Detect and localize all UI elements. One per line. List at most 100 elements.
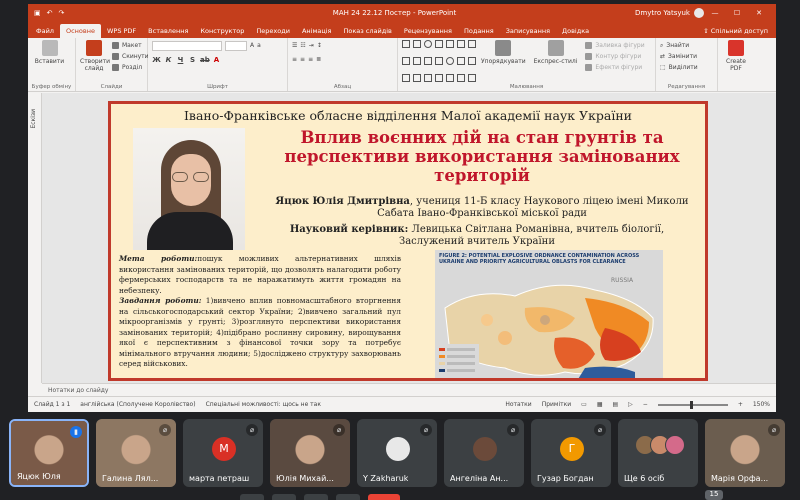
zoom-level[interactable]: 150% [753,401,770,408]
participant-tile[interactable]: ⌀ Марія Орфа... [705,419,785,487]
new-slide-button[interactable]: Створити слайд [80,40,110,89]
indent-icon[interactable]: ⇥ [309,42,314,49]
strike-button[interactable]: ab [200,56,210,64]
replace-icon: ⇄ [660,53,666,60]
sorter-view-icon[interactable]: ▦ [597,401,603,408]
zoom-in-icon[interactable]: + [738,401,743,408]
tab-0[interactable]: Файл [30,24,60,38]
language-indicator[interactable]: англійська (Сполучене Королівство) [80,401,195,408]
share-button[interactable]: ⇪ Спільний доступ [695,24,776,38]
mic-control[interactable] [240,494,264,500]
tab-8[interactable]: Рецензування [398,24,458,38]
decrease-font-icon[interactable]: a [257,42,261,49]
save-icon[interactable]: ▣ [34,9,41,17]
find-button[interactable]: ⌕ Знайти [660,40,713,51]
layout-button[interactable]: Макет [112,40,149,51]
comments-toggle[interactable]: Примітки [542,401,571,408]
shapes-gallery[interactable] [402,40,477,89]
reset-button[interactable]: Скинути [112,51,149,62]
shape-outline-button[interactable]: Контур фігури [585,51,644,62]
shape-fill-button[interactable]: Заливка фігури [585,40,645,51]
minimize-icon[interactable]: — [704,9,726,17]
notes-toggle[interactable]: Нотатки [505,401,531,408]
normal-view-icon[interactable]: ▭ [581,401,587,408]
participant-name: Гузар Богдан [537,474,594,483]
shape-effects-button[interactable]: Ефекти фігури [585,62,644,73]
leave-call-button[interactable] [368,494,400,500]
participant-name: Ще 6 осіб [624,474,665,483]
tab-9[interactable]: Подання [458,24,500,38]
align-center-icon[interactable]: ≡ [300,56,305,63]
tab-7[interactable]: Показ слайдів [337,24,397,38]
quick-styles-button[interactable]: Експрес-стилі [534,40,577,89]
zoom-slider[interactable] [657,400,728,409]
author-affiliation: , учениця 11-Б класу Наукового ліцею іме… [377,196,689,219]
undo-icon[interactable]: ↶ [47,9,53,17]
tab-5[interactable]: Переходи [250,24,296,38]
user-account[interactable]: Dmytro Yatsyuk [635,8,704,18]
tab-2[interactable]: WPS PDF [101,24,142,38]
tab-6[interactable]: Анімація [296,24,338,38]
justify-icon[interactable]: ≣ [316,56,321,63]
font-size-select[interactable] [225,40,247,51]
participant-tile[interactable]: ⌀ Y Zakharuk [357,419,437,487]
more-control[interactable] [336,494,360,500]
thumbnails-pane[interactable]: Ескізи [28,93,42,383]
redo-icon[interactable]: ↷ [59,9,65,17]
participant-tile[interactable]: Г ⌀ Гузар Богдан [531,419,611,487]
supervisor-info[interactable]: Науковий керівник: Левицька Світлана Ром… [261,224,693,248]
select-button[interactable]: ⬚ Виділити [660,62,713,73]
present-control[interactable] [304,494,328,500]
participant-tile[interactable]: ⌀ Галина Лял... [96,419,176,487]
slide-header[interactable]: Івано-Франківське обласне відділення Мал… [111,108,705,123]
slide-title[interactable]: Вплив воєнних дій на стан грунтів та пер… [271,128,693,185]
align-right-icon[interactable]: ≡ [308,56,313,63]
effects-icon [585,64,593,71]
participant-tile[interactable]: Ще 6 осіб [618,419,698,487]
tab-3[interactable]: Вставлення [142,24,194,38]
editing-group-label: Редагування [667,84,706,90]
bullets-icon[interactable]: ☰ [292,42,297,49]
tab-10[interactable]: Записування [500,24,556,38]
tab-4[interactable]: Конструктор [194,24,250,38]
shadow-button[interactable]: S [188,56,197,64]
participant-count-badge[interactable]: 15 [705,490,723,500]
numbering-icon[interactable]: ☷ [300,42,305,49]
increase-font-icon[interactable]: A [250,42,254,49]
quick-styles-icon [547,40,564,56]
align-left-icon[interactable]: ≡ [292,56,297,63]
participant-tile[interactable]: ▮ Яцюк Юля [9,419,89,487]
participant-tile[interactable]: ⌀ Ангеліна Ан... [444,419,524,487]
arrange-button[interactable]: Упорядкувати [481,40,526,89]
maximize-icon[interactable]: ☐ [726,9,748,17]
font-family-select[interactable] [152,40,222,51]
underline-button[interactable]: Ч [176,56,185,64]
create-pdf-button[interactable]: Create PDF [722,40,750,72]
muted-mic-icon: ⌀ [768,424,780,436]
section-button[interactable]: Розділ [112,62,149,73]
participant-name: Юлія Михай... [276,474,334,483]
close-icon[interactable]: ✕ [748,9,770,17]
participant-tile[interactable]: М ⌀ марта петраш [183,419,263,487]
replace-button[interactable]: ⇄ Замінити [660,51,713,62]
zoom-out-icon[interactable]: − [643,401,648,408]
slide-canvas[interactable]: Івано-Франківське обласне відділення Мал… [108,101,708,381]
slideshow-icon[interactable]: ▷ [628,401,633,408]
goals-textbox[interactable]: Мета роботи:пошук можливих альтернативни… [119,254,401,370]
outline-icon [585,53,593,60]
author-info[interactable]: Яцюк Юлія Дмитрівна, учениця 11-Б класу … [271,196,693,220]
tab-1[interactable]: Основне [59,24,101,38]
author-photo[interactable] [133,128,245,250]
paste-button[interactable]: Вставити [32,40,67,65]
notes-pane[interactable]: Нотатки до слайду [42,383,776,396]
font-color-button[interactable]: A [212,56,221,64]
participant-tile[interactable]: ⌀ Юлія Михай... [270,419,350,487]
line-spacing-icon[interactable]: ↕ [317,42,322,49]
bold-button[interactable]: Ж [152,56,161,64]
italic-button[interactable]: К [164,56,173,64]
accessibility-status[interactable]: Спеціальні можливості: щось не так [206,401,321,408]
reading-view-icon[interactable]: ▤ [612,401,618,408]
camera-control[interactable] [272,494,296,500]
contamination-map[interactable]: FIGURE 2: POTENTIAL EXPLOSIVE ORDNANCE C… [435,250,663,378]
tab-11[interactable]: Довідка [556,24,595,38]
